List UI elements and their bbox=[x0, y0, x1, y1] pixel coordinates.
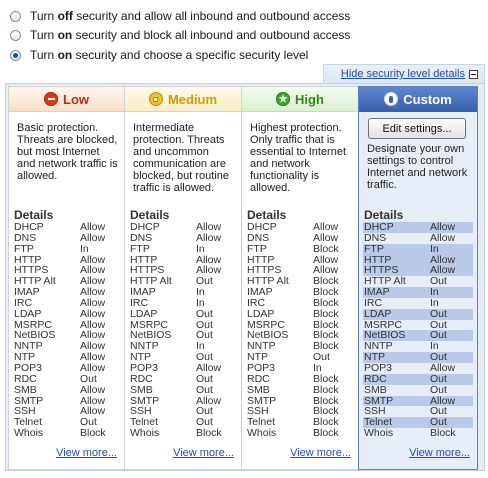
protocol-name: SMB bbox=[247, 383, 270, 396]
protocol-setting: In bbox=[196, 242, 205, 255]
protocol-name: FTP bbox=[130, 242, 150, 255]
details-row: SMB Allow bbox=[13, 383, 120, 396]
level-header-low[interactable]: Low bbox=[9, 87, 124, 112]
level-description: Designate your own settings to control I… bbox=[367, 143, 468, 191]
details-row: Whois Block bbox=[363, 428, 473, 439]
details-row: LDAP Out bbox=[363, 307, 473, 320]
edit-settings-button[interactable]: Edit settings... bbox=[368, 118, 466, 139]
protocol-name: FTP bbox=[247, 242, 267, 255]
level-description: Basic protection. Threats are blocked, b… bbox=[17, 122, 118, 182]
view-more-link[interactable]: View more... bbox=[56, 447, 117, 459]
view-more-link[interactable]: View more... bbox=[290, 447, 351, 459]
view-more-link[interactable]: View more... bbox=[409, 447, 470, 459]
details-row: SMB Out bbox=[129, 383, 237, 396]
option-security-off[interactable]: Turn off security and allow all inbound … bbox=[10, 8, 350, 24]
details-heading: Details bbox=[247, 208, 287, 222]
level-header-medium[interactable]: Medium bbox=[125, 87, 241, 112]
level-column-custom[interactable]: Custom Edit settings... Designate your o… bbox=[358, 86, 478, 470]
option-security-block-all[interactable]: Turn on security and block all inbound a… bbox=[10, 27, 350, 43]
level-header-high[interactable]: ★ High bbox=[242, 87, 358, 112]
protocol-name: Whois bbox=[247, 427, 277, 440]
details-table: DHCP Allow DNS Allow FTP In HTTP Allow HTTPS Allo… bbox=[363, 222, 473, 439]
details-row: Whois Block bbox=[13, 428, 120, 439]
protocol-name: FTP bbox=[14, 242, 34, 255]
details-table: DHCP Allow DNS Allow FTP In HTTP Allow HTTPS Allo… bbox=[129, 222, 237, 439]
view-more-link[interactable]: View more... bbox=[173, 447, 234, 459]
level-header-custom[interactable]: Custom bbox=[359, 87, 477, 112]
protocol-setting: In bbox=[80, 242, 89, 255]
protocol-setting: Block bbox=[80, 427, 106, 440]
protocol-name: LDAP bbox=[364, 307, 392, 320]
protocol-name: Whois bbox=[364, 427, 394, 440]
hide-details-link[interactable]: Hide security level details bbox=[341, 68, 465, 80]
radio-button-selected[interactable] bbox=[10, 49, 21, 61]
protocol-setting: Block bbox=[313, 242, 339, 255]
details-row: LDAP Allow bbox=[13, 307, 120, 320]
details-row: FTP In bbox=[129, 242, 237, 255]
details-row: SMB Out bbox=[363, 383, 473, 396]
details-heading: Details bbox=[364, 208, 404, 222]
protocol-setting: Allow bbox=[80, 307, 106, 320]
details-row: FTP In bbox=[13, 242, 120, 255]
details-heading: Details bbox=[130, 208, 170, 222]
protocol-setting: Block bbox=[313, 307, 339, 320]
level-column-high[interactable]: ★ High Highest protection. Only traffic … bbox=[241, 86, 359, 470]
level-column-low[interactable]: Low Basic protection. Threats are blocke… bbox=[8, 86, 125, 470]
protocol-setting: Block bbox=[313, 427, 339, 440]
details-table: DHCP Allow DNS Allow FTP In HTTP Allow HTTPS Allo… bbox=[13, 222, 120, 439]
protocol-setting: Block bbox=[313, 383, 339, 396]
protocol-name: SMB bbox=[130, 383, 153, 396]
details-row: Whois Block bbox=[246, 428, 354, 439]
protocol-setting: Out bbox=[196, 383, 213, 396]
protocol-setting: Allow bbox=[80, 383, 106, 396]
radio-button[interactable] bbox=[10, 29, 21, 41]
protocol-name: Whois bbox=[14, 427, 44, 440]
details-row: Whois Block bbox=[129, 428, 237, 439]
protocol-setting: Out bbox=[196, 307, 213, 320]
details-row: FTP Block bbox=[246, 242, 354, 255]
protocol-setting: Block bbox=[196, 427, 222, 440]
details-heading: Details bbox=[14, 208, 54, 222]
protocol-setting: Out bbox=[430, 307, 447, 320]
option-security-specific-level[interactable]: Turn on security and choose a specific s… bbox=[10, 47, 308, 63]
details-row: LDAP Out bbox=[129, 307, 237, 320]
minus-circle-icon bbox=[44, 92, 58, 106]
details-row: FTP In bbox=[363, 242, 473, 255]
protocol-name: LDAP bbox=[130, 307, 158, 320]
hide-details-tab: Hide security level details bbox=[323, 64, 485, 83]
protocol-setting: Block bbox=[430, 427, 456, 440]
collapse-icon[interactable] bbox=[469, 69, 478, 79]
protocol-name: Whois bbox=[130, 427, 160, 440]
protocol-name: FTP bbox=[364, 242, 384, 255]
level-column-medium[interactable]: Medium Intermediate protection. Threats … bbox=[124, 86, 242, 470]
square-circle-icon bbox=[148, 92, 163, 106]
level-description: Highest protection. Only traffic that is… bbox=[250, 122, 347, 194]
star-circle-icon: ★ bbox=[276, 92, 291, 106]
radio-button[interactable] bbox=[10, 10, 21, 22]
details-row: SMB Block bbox=[246, 383, 354, 396]
protocol-name: LDAP bbox=[14, 307, 42, 320]
person-circle-icon bbox=[384, 92, 399, 106]
protocol-name: LDAP bbox=[247, 307, 275, 320]
protocol-name: SMB bbox=[364, 383, 387, 396]
protocol-name: SMB bbox=[14, 383, 37, 396]
protocol-setting: In bbox=[430, 242, 439, 255]
level-description: Intermediate protection. Threats and unc… bbox=[133, 122, 230, 194]
details-table: DHCP Allow DNS Allow FTP Block HTTP Allow HTTPS A… bbox=[246, 222, 354, 439]
protocol-setting: Out bbox=[430, 383, 447, 396]
details-row: LDAP Block bbox=[246, 307, 354, 320]
